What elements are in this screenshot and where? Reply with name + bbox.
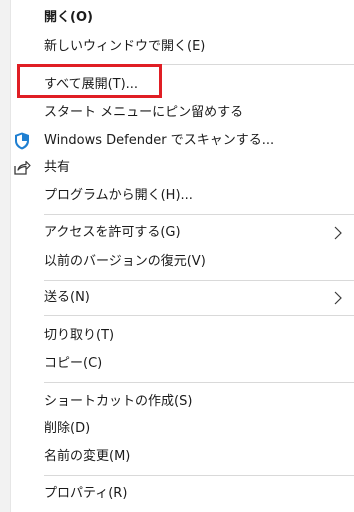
menu-item-delete[interactable]: 削除(D) xyxy=(11,416,354,442)
menu-item-label: 削除(D) xyxy=(44,421,91,436)
menu-item-label: 新しいウィンドウで開く(E) xyxy=(44,39,206,54)
menu-item-label: ショートカットの作成(S) xyxy=(44,394,193,409)
menu-item-pin-to-start[interactable]: スタート メニューにピン留めする xyxy=(11,100,354,126)
shield-icon xyxy=(11,128,33,154)
menu-item-properties[interactable]: プロパティ(R) xyxy=(11,481,354,507)
menu-item-label: スタート メニューにピン留めする xyxy=(44,105,244,120)
menu-item-label: 以前のバージョンの復元(V) xyxy=(44,254,206,269)
menu-separator xyxy=(44,382,354,383)
menu-item-label: コピー(C) xyxy=(44,356,103,371)
menu-item-label: 名前の変更(M) xyxy=(44,449,131,464)
menu-item-label: Windows Defender でスキャンする... xyxy=(44,133,275,148)
menu-item-create-shortcut[interactable]: ショートカットの作成(S) xyxy=(11,389,354,415)
menu-item-label: プロパティ(R) xyxy=(44,486,128,501)
menu-item-label: 切り取り(T) xyxy=(44,328,115,343)
menu-left-edge xyxy=(0,0,11,512)
menu-item-open-new-window[interactable]: 新しいウィンドウで開く(E) xyxy=(11,34,354,60)
menu-item-defender-scan[interactable]: Windows Defender でスキャンする... xyxy=(11,128,354,154)
menu-item-give-access[interactable]: アクセスを許可する(G) xyxy=(11,220,354,246)
menu-separator xyxy=(44,475,354,476)
menu-item-open-with[interactable]: プログラムから開く(H)... xyxy=(11,183,354,209)
chevron-right-icon xyxy=(334,220,342,246)
menu-item-label: 送る(N) xyxy=(44,290,90,305)
menu-item-label: プログラムから開く(H)... xyxy=(44,188,193,203)
highlight-box xyxy=(17,64,162,98)
menu-item-rename[interactable]: 名前の変更(M) xyxy=(11,444,354,470)
menu-separator xyxy=(44,280,354,281)
menu-item-cut[interactable]: 切り取り(T) xyxy=(11,323,354,349)
chevron-right-icon xyxy=(334,285,342,311)
menu-separator xyxy=(44,214,354,215)
menu-item-restore-previous[interactable]: 以前のバージョンの復元(V) xyxy=(11,249,354,275)
menu-item-label: 開く(O) xyxy=(44,10,93,25)
menu-item-send-to[interactable]: 送る(N) xyxy=(11,285,354,311)
menu-item-share[interactable]: 共有 xyxy=(11,155,354,181)
context-menu: 開く(O) 新しいウィンドウで開く(E) すべて展開(T)... スタート メニ… xyxy=(0,0,354,512)
share-icon xyxy=(11,155,33,181)
menu-item-label: 共有 xyxy=(44,160,71,175)
menu-item-label: アクセスを許可する(G) xyxy=(44,225,181,240)
menu-separator xyxy=(44,315,354,316)
menu-item-open[interactable]: 開く(O) xyxy=(11,5,354,31)
menu-item-copy[interactable]: コピー(C) xyxy=(11,351,354,377)
